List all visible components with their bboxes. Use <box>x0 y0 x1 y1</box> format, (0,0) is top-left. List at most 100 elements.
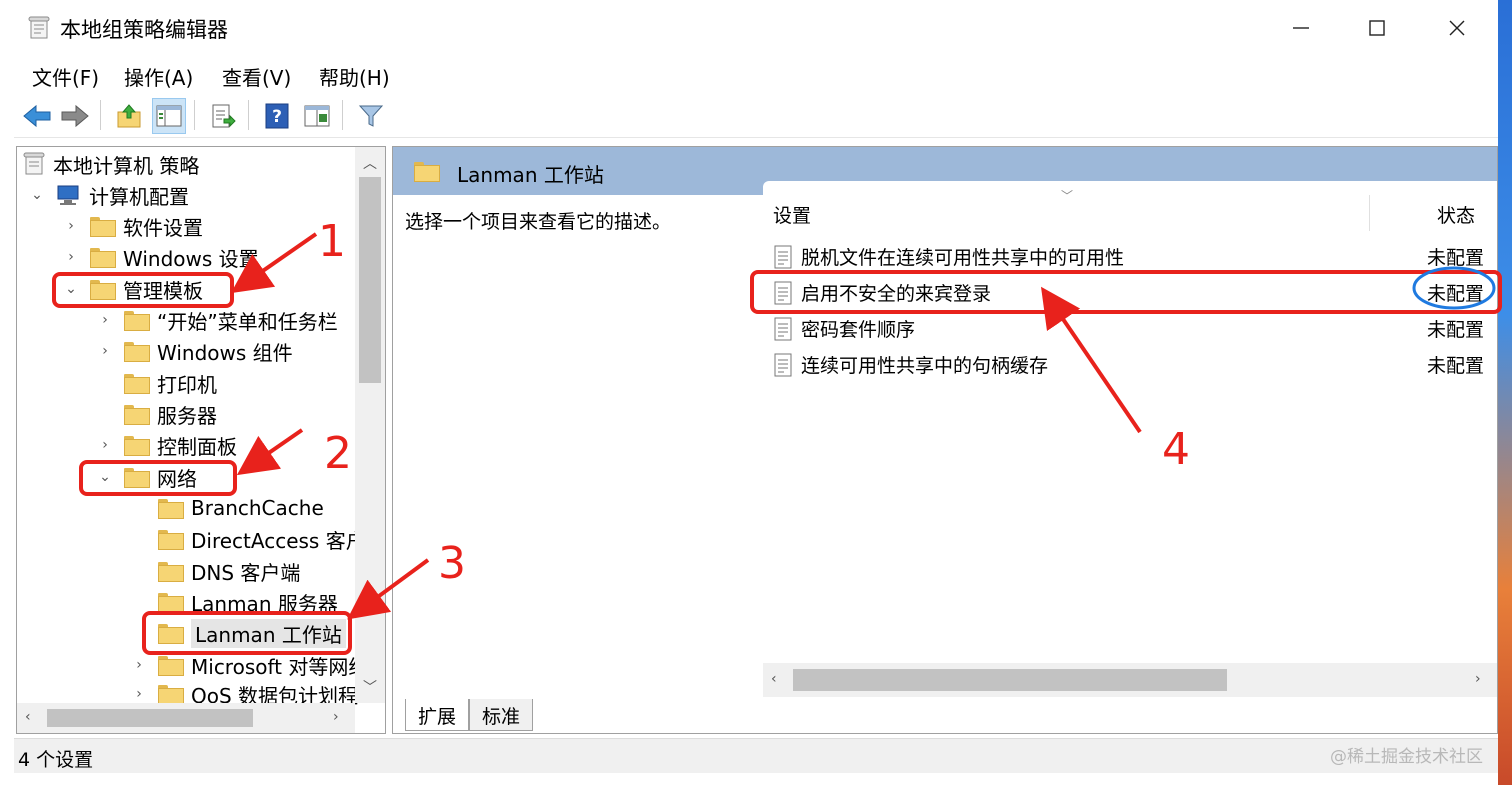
policy-setting-icon <box>774 317 792 341</box>
tree-item-label: 软件设置 <box>123 215 203 240</box>
setting-name: 密码套件顺序 <box>801 319 916 341</box>
tree-horizontal-scrollbar[interactable]: ‹ › <box>17 703 355 733</box>
tree-item-label: 控制面板 <box>157 434 237 459</box>
chevron-right-icon[interactable]: › <box>61 249 81 265</box>
menu-action[interactable]: 操作(A) <box>124 62 193 91</box>
up-folder-icon <box>117 104 141 128</box>
menu-help[interactable]: 帮助(H) <box>319 62 390 91</box>
scroll-thumb[interactable] <box>47 709 253 727</box>
tree-item-label: 服务器 <box>157 403 217 428</box>
watermark: @稀土掘金技术社区 <box>1330 747 1483 767</box>
tree-item-dns-client[interactable]: DNS 客户端 <box>129 556 300 586</box>
tree-item-server[interactable]: 服务器 <box>95 399 217 429</box>
list-horizontal-scrollbar[interactable]: ‹ › <box>763 663 1497 697</box>
chevron-right-icon[interactable]: › <box>95 312 115 328</box>
description-area: 选择一个项目来查看它的描述。 <box>393 195 743 697</box>
setting-state: 未配置 <box>1427 247 1485 269</box>
back-button[interactable] <box>20 98 54 134</box>
column-header-setting[interactable]: 设置 <box>773 201 811 228</box>
tab-extended[interactable]: 扩展 <box>405 699 470 731</box>
setting-state: 未配置 <box>1427 319 1485 341</box>
gpedit-window: 本地组策略编辑器 文件(F) 操作(A) 查看(V) 帮助(H) ? 本地计算机… <box>14 0 1498 773</box>
close-button[interactable] <box>1442 14 1472 42</box>
folder-icon <box>157 529 184 550</box>
forward-button[interactable] <box>58 98 92 134</box>
folder-icon <box>157 684 184 705</box>
folder-icon <box>157 561 184 582</box>
minimize-icon <box>1293 27 1309 29</box>
tree-item-printers[interactable]: 打印机 <box>95 368 217 398</box>
chevron-right-icon[interactable]: › <box>129 686 149 702</box>
list-item[interactable]: 脱机文件在连续可用性共享中的可用性 未配置 <box>763 237 1497 273</box>
annotation-box-admin-templates <box>52 272 234 308</box>
annotation-box-network <box>79 460 237 496</box>
tree-item-label: “开始”菜单和任务栏 <box>157 309 338 334</box>
title-bar: 本地组策略编辑器 <box>14 0 1498 56</box>
menu-file[interactable]: 文件(F) <box>32 62 99 91</box>
view-tabs: 扩展 标准 <box>405 699 534 731</box>
scroll-left-icon[interactable]: ‹ <box>771 671 777 687</box>
filter-button[interactable] <box>354 98 388 134</box>
up-one-level-button[interactable] <box>112 98 146 134</box>
status-bar: 4 个设置 <box>14 738 1498 773</box>
close-icon <box>1449 20 1465 36</box>
column-header-state[interactable]: 状态 <box>1437 201 1475 228</box>
menu-view[interactable]: 查看(V) <box>222 62 291 91</box>
show-hide-tree-button[interactable] <box>152 98 186 134</box>
maximize-button[interactable] <box>1362 14 1392 42</box>
list-item[interactable]: 连续可用性共享中的句柄缓存 未配置 <box>763 345 1497 381</box>
scroll-thumb[interactable] <box>793 669 1227 691</box>
tree-item-label: 打印机 <box>157 372 217 397</box>
scroll-thumb[interactable] <box>359 177 381 383</box>
tree-item-label: Windows 组件 <box>157 340 293 365</box>
annotation-number-2: 2 <box>324 428 352 479</box>
tree-item-control-panel[interactable]: › 控制面板 <box>95 430 237 460</box>
chevron-right-icon[interactable]: › <box>95 343 115 359</box>
chevron-down-icon[interactable]: ⌄ <box>27 187 47 203</box>
minimize-button[interactable] <box>1286 14 1316 42</box>
export-list-button[interactable] <box>206 98 240 134</box>
details-header-title: Lanman 工作站 <box>457 163 604 187</box>
list-item[interactable]: 密码套件顺序 未配置 <box>763 309 1497 345</box>
tree-item-branchcache[interactable]: BranchCache <box>129 493 324 523</box>
setting-name: 脱机文件在连续可用性共享中的可用性 <box>801 247 1125 269</box>
tree-item-start-menu[interactable]: › “开始”菜单和任务栏 <box>95 305 338 335</box>
tree-item-label: BranchCache <box>191 496 324 520</box>
help-button[interactable]: ? <box>260 98 294 134</box>
back-arrow-icon <box>23 104 51 128</box>
scroll-right-icon[interactable]: › <box>1475 671 1481 687</box>
policy-setting-icon <box>774 353 792 377</box>
tree-item-local-computer-policy[interactable]: 本地计算机 策略 <box>23 149 199 179</box>
annotation-box-insecure-guest-logon <box>750 270 1502 314</box>
chevron-right-icon[interactable]: › <box>129 657 149 673</box>
extended-view-button[interactable] <box>300 98 334 134</box>
folder-icon <box>123 341 150 362</box>
tree-item-computer-config[interactable]: ⌄ 计算机配置 <box>27 180 189 210</box>
tree-item-windows-components[interactable]: › Windows 组件 <box>95 336 293 366</box>
status-text: 4 个设置 <box>18 749 94 771</box>
scroll-right-icon[interactable]: › <box>333 709 339 725</box>
tree-item-label: DirectAccess 客户 <box>191 528 366 553</box>
chevron-right-icon[interactable]: › <box>95 437 115 453</box>
setting-name: 连续可用性共享中的句柄缓存 <box>801 355 1049 377</box>
column-divider[interactable] <box>1369 195 1370 231</box>
tree-item-windows-settings[interactable]: › Windows 设置 <box>61 242 258 272</box>
scroll-up-icon[interactable]: ︿ <box>363 153 377 173</box>
toolbar: ? <box>14 94 1498 138</box>
chevron-right-icon[interactable]: › <box>61 218 81 234</box>
help-icon: ? <box>265 103 289 129</box>
filter-icon <box>358 105 384 127</box>
window-title: 本地组策略编辑器 <box>60 18 228 42</box>
tree-item-label: DNS 客户端 <box>191 560 301 585</box>
folder-icon <box>157 655 184 676</box>
tree-item-software-settings[interactable]: › 软件设置 <box>61 211 203 241</box>
scroll-left-icon[interactable]: ‹ <box>25 709 31 725</box>
scroll-down-icon[interactable]: ﹀ <box>363 677 377 697</box>
policy-icon <box>28 16 50 39</box>
forward-arrow-icon <box>61 104 89 128</box>
tree-vertical-scrollbar[interactable]: ︿ ﹀ <box>355 147 385 703</box>
folder-icon <box>123 310 150 331</box>
tree-item-directaccess[interactable]: DirectAccess 客户 <box>129 524 366 554</box>
tab-standard[interactable]: 标准 <box>469 699 534 731</box>
policy-icon <box>23 152 45 175</box>
